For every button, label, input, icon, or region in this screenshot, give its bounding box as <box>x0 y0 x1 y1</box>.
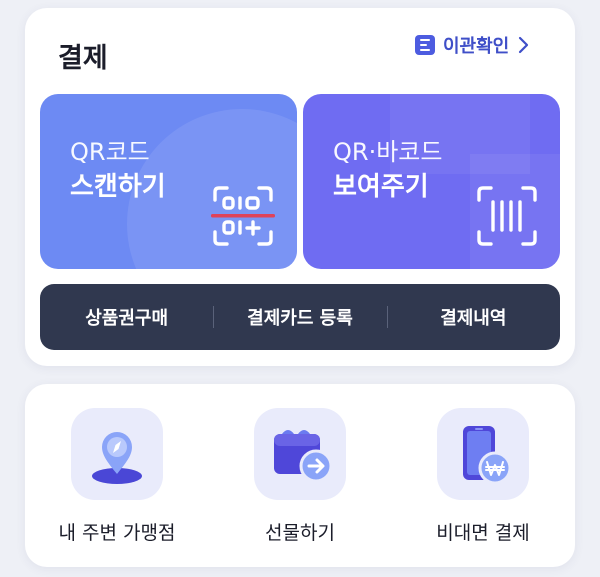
transfer-check-link[interactable]: 이관확인 <box>415 30 529 60</box>
payment-history-button[interactable]: 결제내역 <box>386 304 560 330</box>
gift-label: 선물하기 <box>265 522 335 544</box>
nearby-merchants-label: 내 주변 가맹점 <box>58 522 176 544</box>
quick-menu-card: 내 주변 가맹점 선물하기 비대면 결제 <box>25 384 575 567</box>
qr-scan-tile[interactable]: QR코드 스캔하기 <box>40 94 297 269</box>
barcode-icon <box>477 186 537 246</box>
gift-certificate-purchase-button[interactable]: 상품권구매 <box>40 304 213 330</box>
chevron-right-icon <box>519 36 529 54</box>
location-pin-icon <box>92 432 142 484</box>
qr-scan-title: 스캔하기 <box>70 172 166 202</box>
contactless-payment-label: 비대면 결제 <box>436 522 530 544</box>
register-payment-card-button[interactable]: 결제카드 등록 <box>213 304 386 330</box>
qr-scan-subtitle: QR코드 <box>70 138 150 166</box>
qr-barcode-show-tile[interactable]: QR·바코드 보여주기 <box>303 94 560 269</box>
phone-won-icon <box>463 426 512 485</box>
qr-scan-icon <box>211 186 275 246</box>
page-title: 결제 <box>58 43 108 74</box>
transfer-check-label: 이관확인 <box>443 36 510 57</box>
qr-barcode-title: 보여주기 <box>333 172 429 202</box>
payment-action-bar: 상품권구매 결제카드 등록 결제내역 <box>40 284 560 350</box>
qr-barcode-subtitle: QR·바코드 <box>333 138 443 166</box>
gift-card-icon <box>274 430 333 483</box>
nearby-merchants-item[interactable]: 내 주변 가맹점 <box>37 408 197 545</box>
gift-item[interactable]: 선물하기 <box>220 408 380 545</box>
document-icon <box>415 35 435 55</box>
payment-card: 결제 이관확인 QR코드 스캔하기 QR·바코드 보여주기 상품권구매 결제카드… <box>25 8 575 366</box>
contactless-payment-item[interactable]: 비대면 결제 <box>403 408 563 545</box>
